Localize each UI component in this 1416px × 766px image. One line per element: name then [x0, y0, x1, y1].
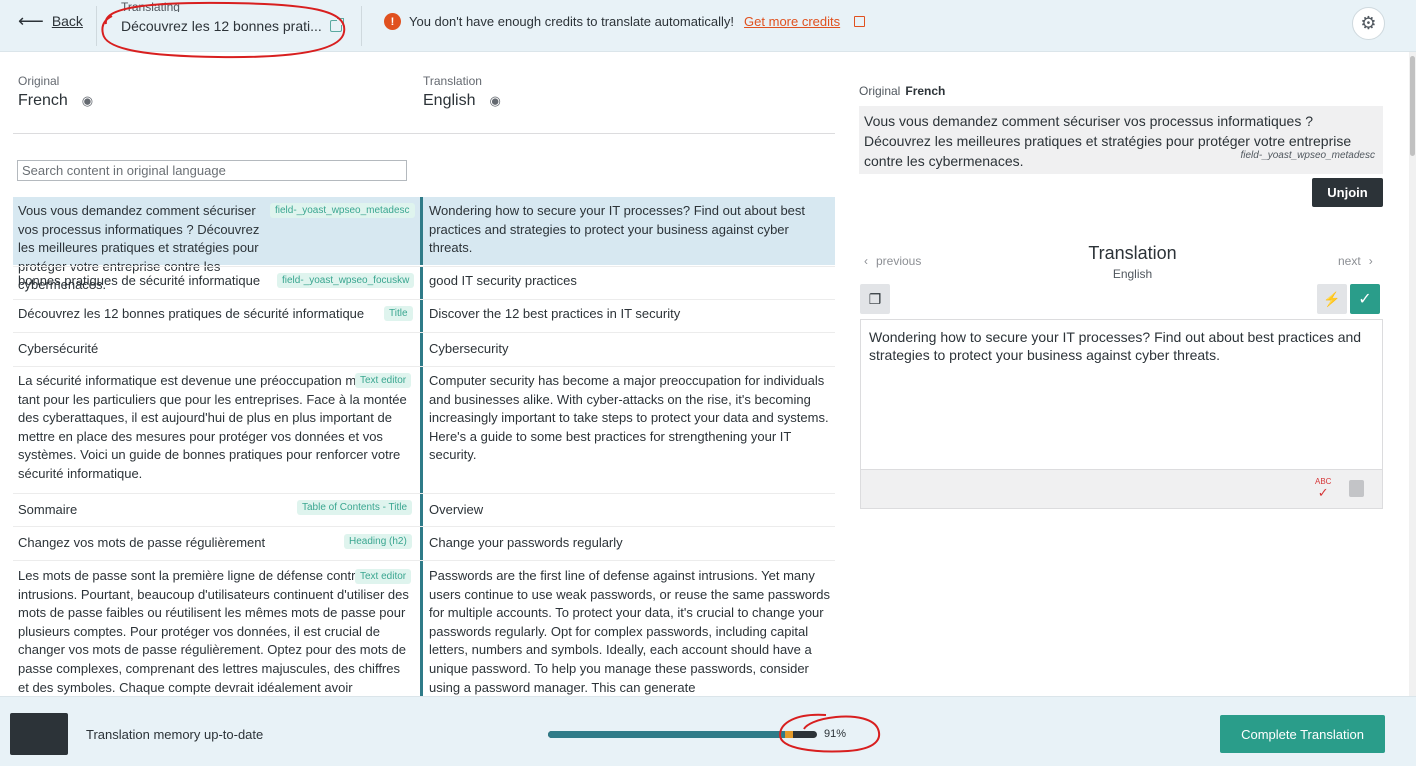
- glossary-icon[interactable]: [1349, 480, 1364, 497]
- field-tag: field-_yoast_wpseo_focuskw: [277, 273, 415, 288]
- original-language: French: [18, 92, 68, 109]
- eye-slash-icon[interactable]: ◉: [82, 93, 93, 109]
- scrollbar-thumb[interactable]: [1410, 56, 1415, 156]
- row-divider: [420, 300, 423, 332]
- table-row[interactable]: Vous vous demandez comment sécuriser vos…: [13, 197, 835, 292]
- translation-editor[interactable]: Wondering how to secure your IT processe…: [860, 319, 1383, 509]
- arrow-left-icon: ⟵: [18, 11, 44, 31]
- field-tag: field-_yoast_wpseo_metadesc: [270, 203, 415, 218]
- bolt-icon[interactable]: ⚡: [1317, 284, 1347, 314]
- avatar: [10, 713, 68, 755]
- row-divider: [420, 267, 423, 299]
- divider: [361, 6, 362, 46]
- next-label: next: [1338, 254, 1361, 268]
- translation-language: English: [423, 92, 476, 109]
- panel-translation-title: Translation: [1088, 243, 1177, 263]
- progress-pending: [785, 731, 793, 738]
- translating-info: Translating Découvrez les 12 bonnes prat…: [121, 2, 344, 34]
- external-link-icon[interactable]: [854, 16, 866, 27]
- original-text: Cybersécurité: [18, 341, 99, 356]
- translation-text: Cybersecurity: [429, 341, 509, 356]
- translating-label: Translating: [121, 2, 180, 12]
- previous-label: previous: [876, 254, 922, 268]
- row-divider: [420, 197, 423, 265]
- field-tag: Text editor: [355, 569, 412, 584]
- translation-text: Wondering how to secure your IT processe…: [429, 203, 806, 256]
- translation-text: Computer security has become a major pre…: [429, 373, 829, 463]
- alert-text: You don't have enough credits to transla…: [409, 14, 735, 29]
- back-label: Back: [51, 13, 83, 29]
- translation-text: Change your passwords regularly: [429, 535, 623, 550]
- panel-original-language: French: [905, 84, 946, 98]
- original-text: Découvrez les 12 bonnes pratiques de séc…: [18, 306, 365, 321]
- translation-text: Passwords are the first line of defense …: [429, 568, 831, 695]
- search-input[interactable]: [17, 160, 407, 181]
- field-tag: Table of Contents - Title: [297, 500, 413, 515]
- translation-text: Overview: [429, 502, 484, 517]
- table-row[interactable]: bonnes pratiques de sécurité informatiqu…: [13, 267, 835, 299]
- original-label: Original: [18, 74, 60, 88]
- panel-original-meta: field-_yoast_wpseo_metadesc: [1240, 150, 1375, 161]
- panel-original-label: Original French: [859, 84, 946, 98]
- translation-text: good IT security practices: [429, 273, 577, 288]
- divider: [96, 6, 97, 46]
- gear-icon[interactable]: ⚙: [1352, 7, 1385, 40]
- back-button[interactable]: ⟵ Back: [18, 11, 83, 31]
- table-row[interactable]: Sommaire Table of Contents - Title Overv…: [13, 494, 835, 526]
- bottom-bar: Translation memory up-to-date 91% Comple…: [0, 696, 1416, 766]
- progress-fill: [548, 731, 785, 738]
- field-tag: Title: [384, 306, 413, 321]
- previous-button[interactable]: ‹ previous: [864, 254, 921, 268]
- row-divider: [420, 527, 423, 560]
- field-tag: Text editor: [355, 373, 412, 388]
- top-bar: ⟵ Back Translating Découvrez les 12 bonn…: [0, 0, 1416, 52]
- progress-bar: [548, 731, 817, 738]
- get-more-credits-link[interactable]: Get more credits: [744, 14, 840, 29]
- field-tag: Heading (h2): [344, 534, 412, 549]
- translation-column-header: Translation English ◉: [423, 74, 501, 110]
- chevron-right-icon: ›: [1368, 254, 1373, 268]
- panel-original-text-box: Vous vous demandez comment sécuriser vos…: [859, 106, 1383, 174]
- original-column-header: Original French ◉: [18, 74, 93, 110]
- table-row[interactable]: Cybersécurité Cybersecurity: [13, 333, 835, 366]
- panel-translation-language: English: [1112, 267, 1153, 281]
- credits-alert: ! You don't have enough credits to trans…: [384, 13, 866, 30]
- original-text: Les mots de passe sont la première ligne…: [18, 568, 409, 695]
- document-title: Découvrez les 12 bonnes prati...: [121, 18, 322, 34]
- memory-status: Translation memory up-to-date: [86, 727, 264, 742]
- check-icon[interactable]: ✓: [1350, 284, 1380, 314]
- copy-icon[interactable]: ❐: [860, 284, 890, 314]
- header-divider: [13, 133, 835, 134]
- row-divider: [420, 494, 423, 526]
- table-row[interactable]: Découvrez les 12 bonnes pratiques de séc…: [13, 300, 835, 332]
- external-link-icon[interactable]: [329, 18, 344, 32]
- eye-slash-icon[interactable]: ◉: [489, 93, 500, 109]
- spellcheck-icon[interactable]: ABC ✓: [1315, 478, 1331, 500]
- unjoin-button[interactable]: Unjoin: [1312, 178, 1383, 207]
- complete-translation-button[interactable]: Complete Translation: [1220, 715, 1385, 753]
- table-row[interactable]: La sécurité informatique est devenue une…: [13, 367, 835, 493]
- translation-text: Discover the 12 best practices in IT sec…: [429, 306, 681, 321]
- original-text: La sécurité informatique est devenue une…: [18, 373, 407, 481]
- row-divider: [420, 561, 423, 696]
- translation-label: Translation: [423, 74, 482, 88]
- next-button[interactable]: next ›: [1338, 254, 1373, 268]
- editor-footer: ABC ✓: [861, 469, 1382, 508]
- progress-percent: 91%: [824, 728, 847, 740]
- table-row[interactable]: Changez vos mots de passe régulièrement …: [13, 527, 835, 560]
- table-row[interactable]: Les mots de passe sont la première ligne…: [13, 561, 835, 696]
- row-divider: [420, 333, 423, 366]
- row-divider: [420, 367, 423, 493]
- translation-editor-text[interactable]: Wondering how to secure your IT processe…: [869, 328, 1374, 364]
- exclamation-icon: !: [384, 13, 401, 30]
- chevron-left-icon: ‹: [864, 254, 868, 268]
